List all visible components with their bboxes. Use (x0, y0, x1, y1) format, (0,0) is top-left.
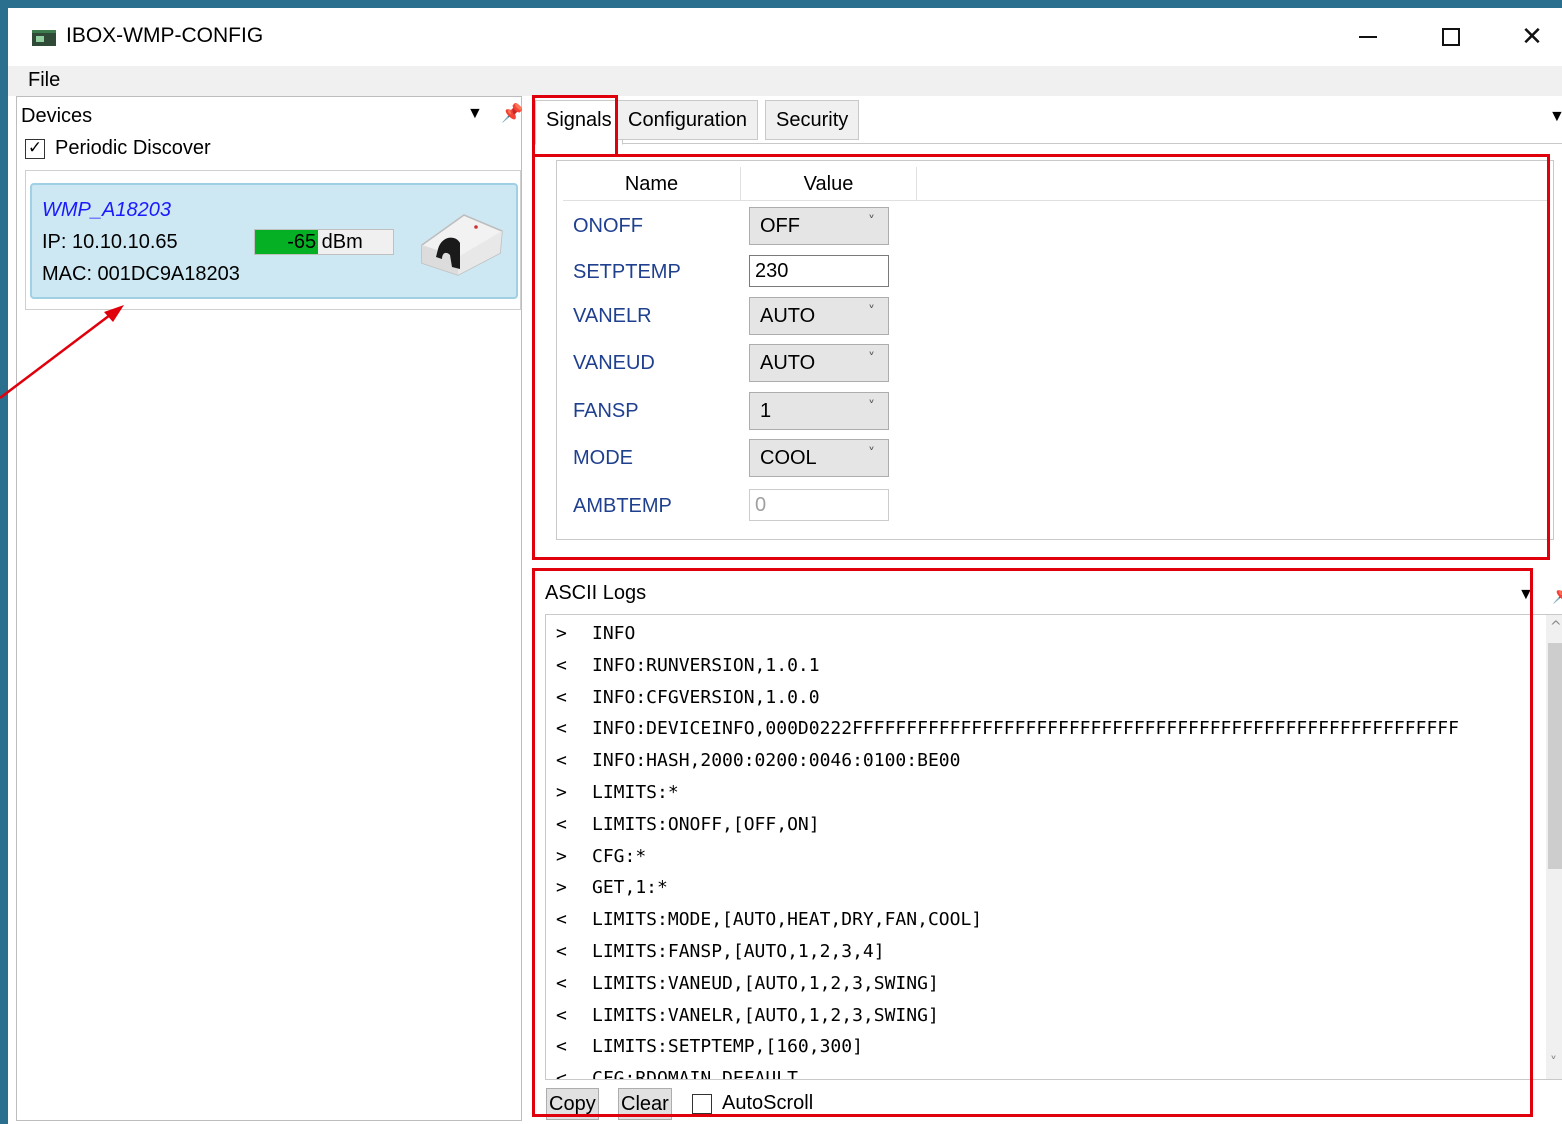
close-button[interactable]: ✕ (1502, 14, 1562, 60)
device-list: WMP_A18203 IP: 10.10.10.65 MAC: 001DC9A1… (25, 170, 521, 310)
periodic-discover-row[interactable]: ✓ Periodic Discover (25, 137, 211, 160)
menu-bar: File (8, 66, 1562, 96)
devices-header: Devices (21, 105, 93, 127)
device-image (421, 214, 503, 276)
tab-security[interactable]: Security (765, 100, 860, 140)
signal-strength-text: -65 dBm (255, 231, 395, 254)
scroll-thumb[interactable] (1548, 643, 1562, 869)
signal-unit: dBm (321, 231, 363, 253)
scroll-up-icon[interactable]: ^ (1550, 619, 1562, 635)
app-icon (32, 30, 56, 46)
logs-pin-icon[interactable]: 📌 (1552, 584, 1562, 605)
logs-scrollbar[interactable]: ^ ˅ (1546, 615, 1562, 1079)
tab-configuration[interactable]: Configuration (617, 100, 758, 140)
window-title: IBOX-WMP-CONFIG (66, 24, 264, 47)
title-bar[interactable]: IBOX-WMP-CONFIG ✕ (8, 8, 1562, 64)
close-icon: ✕ (1521, 22, 1543, 52)
annotation-box-logs (532, 568, 1533, 1117)
devices-pane: Devices ▼ 📌 ✓ Periodic Discover WMP_A182… (16, 96, 523, 1121)
minimize-icon (1359, 36, 1377, 38)
devices-dropdown-icon[interactable]: ▼ (467, 105, 483, 123)
periodic-discover-checkbox[interactable]: ✓ (25, 138, 45, 159)
annotation-box-signals-panel (532, 154, 1550, 560)
scroll-down-icon[interactable]: ˅ (1550, 1055, 1557, 1071)
device-name: WMP_A18203 (42, 199, 171, 221)
minimize-button[interactable] (1338, 14, 1398, 60)
tab-overflow-icon[interactable]: ▼ (1549, 108, 1562, 126)
tab-strip: Signals Configuration Security ▼ (535, 96, 1562, 145)
device-card[interactable]: WMP_A18203 IP: 10.10.10.65 MAC: 001DC9A1… (30, 183, 518, 299)
signal-value: -65 (287, 231, 317, 253)
menu-file[interactable]: File (28, 69, 60, 92)
annotation-box-signals-tab (532, 95, 618, 157)
device-ip: IP: 10.10.10.65 (42, 231, 178, 253)
maximize-icon (1442, 28, 1460, 46)
devices-pin-icon[interactable]: 📌 (501, 103, 523, 124)
device-mac: MAC: 001DC9A18203 (42, 263, 240, 285)
signal-strength-bar: -65 dBm (254, 229, 394, 255)
periodic-discover-label: Periodic Discover (55, 137, 211, 159)
maximize-button[interactable] (1421, 14, 1481, 60)
